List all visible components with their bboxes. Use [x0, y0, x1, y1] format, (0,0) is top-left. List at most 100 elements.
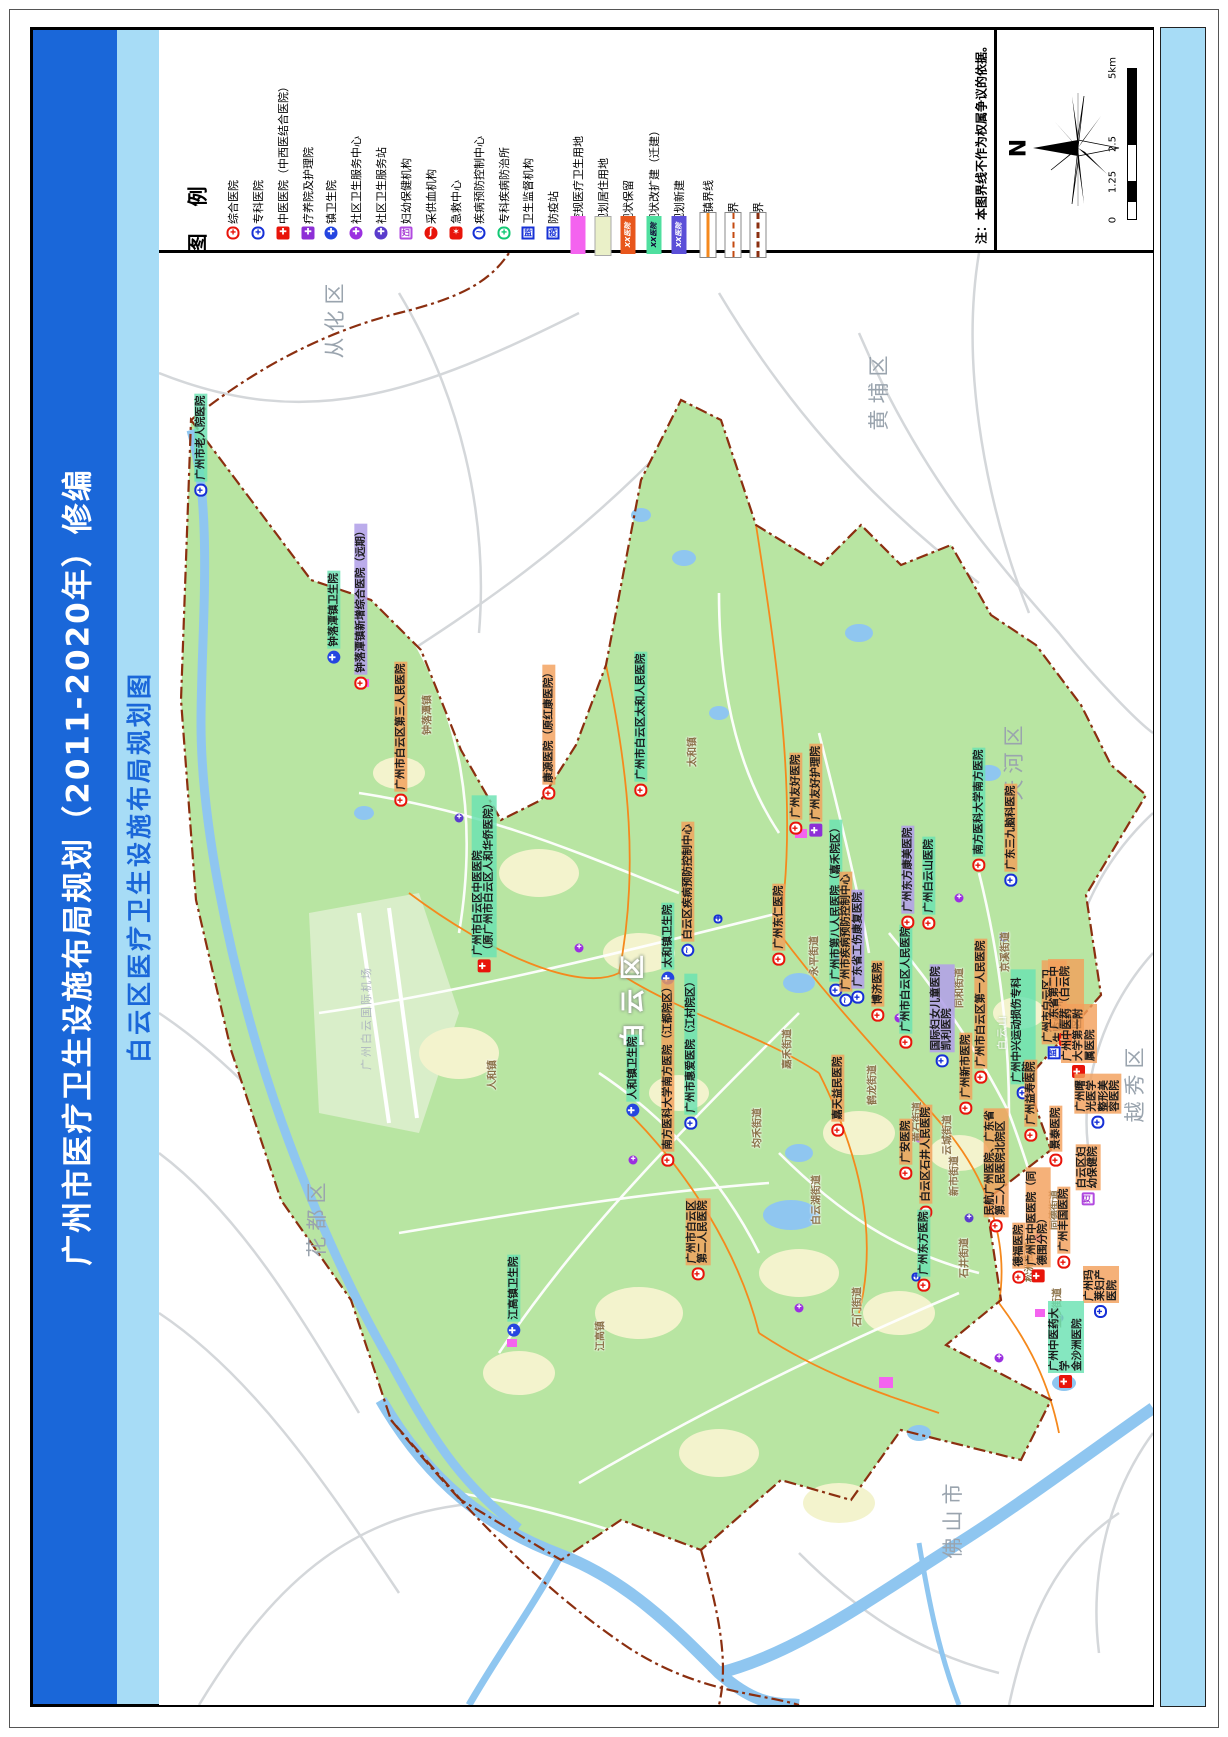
facility-icon [1057, 1256, 1070, 1269]
sheet-title: 白云区医疗卫生设施布局规划图 [120, 671, 156, 1063]
facility-label: 广安医院 [899, 1119, 912, 1180]
minor-marker [629, 1146, 638, 1165]
facility-label: 广州东方医院 [917, 1210, 930, 1292]
facility-name: 南方医科大学南方医院（江都院区） [661, 980, 674, 1152]
facility-label: 广州市白云区人民医院 [899, 925, 912, 1049]
legend-item-label: 社区卫生服务中心 [348, 136, 364, 224]
facility-icon [899, 1167, 912, 1180]
facility-name: 人和镇卫生院 [626, 1035, 639, 1102]
legend-item-label: 急救中心 [448, 180, 464, 224]
scalebar-segment [1127, 68, 1137, 144]
facility-icon [972, 859, 985, 872]
facility-name: 民航广州医院、广东省 第二人民医院北院区 [984, 1108, 1009, 1217]
minor-marker [455, 804, 464, 823]
facility-icon [327, 651, 340, 664]
legend-area-swatch: XX医院 [647, 216, 662, 254]
legend-line-swatch [700, 212, 717, 258]
facility-label: 钟落潭镇新增综合医院（远期） [354, 524, 367, 690]
legend-item-icon [252, 227, 265, 240]
map-canvas: 广州市老人院医院 钟落潭镇卫生院 钟落潭镇新增综合医院（远期） 广州市白云区第三… [159, 253, 1153, 1705]
minor-marker-icon [629, 1155, 638, 1164]
minor-marker [795, 1294, 804, 1313]
legend-area-swatch: XX医院 [672, 216, 687, 254]
facility-label: 民航广州医院、广东省 第二人民医院北院区 [984, 1108, 1009, 1232]
legend-item-icon [522, 227, 535, 240]
facility-icon [394, 794, 407, 807]
facility-icon [831, 1124, 844, 1137]
facility-name: 广东省工伤康复医院 [851, 890, 864, 989]
legend-item-label: 疾病预防控制中心 [471, 136, 487, 224]
legend-item-icon [302, 227, 315, 240]
town-label: 白云湖街道 [808, 1175, 823, 1225]
district-label: 黄埔区 [863, 350, 893, 431]
facility-name: 白云区妇 幼保健院 [1076, 1144, 1101, 1190]
facility-name: 白云区石井人民医院 [919, 1105, 932, 1204]
facility-label: 广州市白云区 第二人民医院 [686, 1198, 711, 1280]
facility-label: 广州友好医院 [789, 753, 802, 835]
facility-icon [507, 1324, 520, 1337]
facility-name: 广州中医药大学第一附属医院 [1061, 1004, 1097, 1063]
facility-icon [626, 1104, 639, 1117]
facility-name: 广州东方康美医院 [901, 826, 914, 914]
facility-icon [990, 1219, 1003, 1232]
facility-icon [974, 1071, 987, 1084]
legend-item-icon [325, 227, 338, 240]
legend-area-swatch [595, 216, 612, 256]
facility-label: 南方医科大学南方医院 [972, 748, 985, 872]
facility-icon [684, 1117, 697, 1130]
facility-icon [634, 784, 647, 797]
legend-item-label: 防疫站 [545, 191, 561, 224]
legend-item-icon [400, 227, 413, 240]
town-label: 鹤龙街道 [864, 1065, 879, 1105]
minor-marker-icon [795, 1303, 804, 1312]
minor-marker-icon [955, 893, 964, 902]
airport-name: 广州白云国际机场 [358, 966, 374, 1070]
facility-icon [1012, 1271, 1025, 1284]
facility-icon [1092, 1116, 1105, 1129]
legend-item-label: 社区卫生服务站 [373, 147, 389, 224]
facility-name: 广州白云山医院 [922, 837, 935, 915]
legend-note: 注：本图界线不作为权属争议的依据。 [973, 40, 990, 244]
facility-icon [871, 1009, 884, 1022]
minor-marker-icon [965, 1213, 974, 1222]
facility-label: 广州市白云区第一人民医院 [974, 939, 987, 1084]
town-label: 均禾街道 [749, 1108, 764, 1148]
facility-label: 广州中医药大学 金沙洲医院 [1048, 1301, 1084, 1388]
facility-label: 景泰医院 [1049, 1106, 1062, 1167]
facility-name: 广州市老人院医院 [194, 394, 207, 482]
facility-label: 广州市老人院医院 [194, 394, 207, 497]
legend-item-label: 专科疾病防治所 [496, 147, 512, 224]
facility-name: 广州东仁医院 [772, 884, 785, 951]
minor-marker-icon [455, 813, 464, 822]
scalebar-tick: 2.5 [1108, 136, 1119, 152]
legend-line-swatch [750, 212, 767, 258]
town-label: 人和镇 [484, 1060, 499, 1090]
legend-item-icon [450, 227, 463, 240]
facility-name: 白云区疾病预防控制中心 [681, 822, 694, 942]
facility-icon [1048, 1046, 1061, 1059]
town-label: 嘉禾街道 [779, 1029, 794, 1069]
facility-name: 广州丰国医院 [1057, 1187, 1070, 1254]
minor-marker-icon [995, 1353, 1004, 1362]
facility-name: 南方医科大学南方医院 [972, 748, 985, 857]
facility-label: 广州东仁医院 [772, 884, 785, 966]
scalebar-tick: 0 [1108, 217, 1119, 223]
facility-name: 广安医院 [899, 1119, 912, 1165]
facility-label: 钟落潭镇卫生院 [327, 571, 340, 664]
mountain-name: 白云山 [994, 1014, 1009, 1050]
town-label: 江高镇 [592, 1321, 607, 1351]
facility-label: 嘉天益民医院 [831, 1055, 844, 1137]
facility-icon [901, 916, 914, 929]
facility-label: 广州丰国医院 [1057, 1187, 1070, 1269]
facility-icon [851, 991, 864, 1004]
facility-name: 德福医院 [1012, 1223, 1025, 1269]
facility-icon [354, 677, 367, 690]
facility-name: 广州中医药大学 金沙洲医院 [1048, 1301, 1084, 1373]
facility-name: 广州市白云区太和人民医院 [634, 652, 647, 782]
facility-icon [1004, 874, 1017, 887]
town-label: 石门街道 [849, 1287, 864, 1327]
district-label: 花都区 [301, 1177, 331, 1258]
town-label: 钟落潭镇 [419, 695, 434, 735]
legend-item-icon [227, 227, 240, 240]
legend-item-label: 疗养院及护理院 [300, 147, 316, 224]
